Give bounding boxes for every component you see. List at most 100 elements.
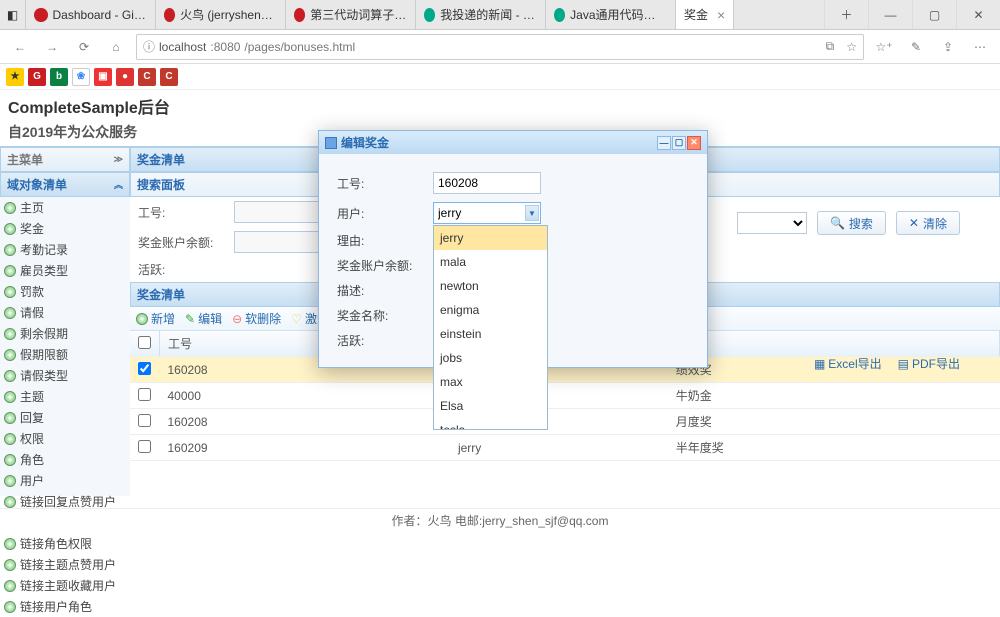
search-actions: 🔍 搜索 ✕ 清除 (737, 211, 960, 235)
plus-icon: + (4, 538, 16, 550)
clear-button[interactable]: ✕ 清除 (896, 211, 960, 235)
sidebar-item[interactable]: +链接主题点赞用户 (0, 554, 130, 575)
refresh-button[interactable]: ⟳ (72, 35, 96, 59)
sidebar-item[interactable]: +链接角色权限 (0, 533, 130, 554)
bookmark-bar: ★ G b ❀ ▣ ● C C (0, 64, 1000, 90)
nav-bar: ← → ⟳ ⌂ ⓘ localhost:8080/pages/bonuses.h… (0, 30, 1000, 64)
row-checkbox[interactable] (138, 414, 151, 427)
user-dropdown: jerrymalanewtonenigmaeinsteinjobsmaxElsa… (433, 225, 548, 430)
sidebar-item[interactable]: +剩余假期 (0, 323, 130, 344)
bookmark-icon[interactable]: G (28, 68, 46, 86)
plus-icon: + (4, 286, 16, 298)
footer: 作者：火鸟 电邮:jerry_shen_sjf@qq.com (0, 508, 1000, 532)
dropdown-option[interactable]: einstein (434, 322, 547, 346)
row-checkbox[interactable] (138, 362, 151, 375)
sidebar-item[interactable]: +假期限额 (0, 344, 130, 365)
browser-tab[interactable]: Java通用代码生成器光 (546, 0, 676, 29)
sidebar-item[interactable]: +请假 (0, 302, 130, 323)
back-button[interactable]: ← (8, 35, 32, 59)
browser-tab[interactable]: 我投递的新闻 - MS&A( (416, 0, 546, 29)
plus-icon: + (4, 475, 16, 487)
forward-button[interactable]: → (40, 35, 64, 59)
bookmark-icon[interactable]: C (160, 68, 178, 86)
excel-export-button[interactable]: ▦ Excel导出 (814, 355, 882, 372)
dropdown-option[interactable]: max (434, 370, 547, 394)
add-button[interactable]: +新增 (136, 310, 175, 327)
browser-tab[interactable]: 奖金× (676, 0, 734, 29)
pdf-export-button[interactable]: ▤ PDF导出 (898, 355, 960, 372)
close-tab-icon[interactable]: × (717, 7, 725, 23)
sidebar-item[interactable]: +权限 (0, 428, 130, 449)
plus-icon: + (4, 496, 16, 508)
row-checkbox[interactable] (138, 440, 151, 453)
dropdown-option[interactable]: jerry (434, 226, 547, 250)
sidebar-item[interactable]: +主题 (0, 386, 130, 407)
sidebar-item[interactable]: +雇员类型 (0, 260, 130, 281)
window-minimize[interactable]: — (868, 0, 912, 29)
share-button[interactable]: ⇪ (936, 35, 960, 59)
sidebar-item[interactable]: +用户 (0, 470, 130, 491)
filter-select[interactable] (737, 212, 807, 234)
bookmark-icon[interactable]: b (50, 68, 68, 86)
sidebar-item[interactable]: +奖金 (0, 218, 130, 239)
search-button[interactable]: 🔍 搜索 (817, 211, 886, 235)
dialog-max-button[interactable]: ▢ (672, 136, 686, 150)
column-header[interactable]: 理由 (668, 331, 1000, 357)
bookmark-icon[interactable]: ❀ (72, 68, 90, 86)
table-row[interactable]: 40000mala牛奶金 (130, 383, 1000, 409)
row-checkbox[interactable] (138, 388, 151, 401)
dropdown-option[interactable]: enigma (434, 298, 547, 322)
new-tab-button[interactable]: ＋ (824, 0, 868, 29)
browser-tab[interactable]: 第三代动词算子式代码 (286, 0, 416, 29)
browser-tabs: ◧ Dashboard - Gitee火鸟 (jerryshensjf) - G… (0, 0, 1000, 30)
soft-delete-button[interactable]: ⊖软删除 (232, 310, 281, 327)
plus-icon: + (4, 391, 16, 403)
browser-tab[interactable]: 火鸟 (jerryshensjf) - Git (156, 0, 286, 29)
window-close[interactable]: ✕ (956, 0, 1000, 29)
sidebar-item[interactable]: +链接用户角色 (0, 596, 130, 617)
dropdown-option[interactable]: mala (434, 250, 547, 274)
plus-icon: + (4, 433, 16, 445)
domain-list-header[interactable]: 域对象清单︽ (0, 172, 130, 197)
sidebar-item[interactable]: +角色 (0, 449, 130, 470)
bookmark-icon[interactable]: C (138, 68, 156, 86)
url-host: localhost (159, 40, 206, 54)
dialog-titlebar[interactable]: 编辑奖金 — ▢ ✕ (319, 131, 707, 154)
plus-icon: + (4, 328, 16, 340)
sidebar-item[interactable]: +请假类型 (0, 365, 130, 386)
favorites-button[interactable]: ☆⁺ (872, 35, 896, 59)
bookmark-icon[interactable]: ▣ (94, 68, 112, 86)
sidebar-item[interactable]: +考勤记录 (0, 239, 130, 260)
plus-icon: + (4, 307, 16, 319)
plus-icon: + (4, 601, 16, 613)
main-menu-header[interactable]: 主菜单≫ (0, 147, 130, 172)
sidebar-item[interactable]: +罚款 (0, 281, 130, 302)
dropdown-option[interactable]: tesla (434, 418, 547, 429)
bookmark-icon[interactable]: ★ (6, 68, 24, 86)
sidebar-item[interactable]: +链接主题收藏用户 (0, 575, 130, 596)
system-tab[interactable]: ◧ (0, 0, 26, 29)
table-row[interactable]: 160208jerry月度奖 (130, 409, 1000, 435)
bookmark-icon[interactable]: ● (116, 68, 134, 86)
plus-icon: + (4, 202, 16, 214)
sidebar-item[interactable]: +回复 (0, 407, 130, 428)
dropdown-option[interactable]: newton (434, 274, 547, 298)
table-row[interactable]: 160209jerry半年度奖 (130, 435, 1000, 461)
browser-tab[interactable]: Dashboard - Gitee (26, 0, 156, 29)
dialog-min-button[interactable]: — (657, 136, 671, 150)
sidebar-item[interactable]: +主页 (0, 197, 130, 218)
plus-icon: + (4, 223, 16, 235)
dropdown-option[interactable]: Elsa (434, 394, 547, 418)
more-button[interactable]: ⋯ (968, 35, 992, 59)
plus-icon: + (4, 370, 16, 382)
home-button[interactable]: ⌂ (104, 35, 128, 59)
edit-button[interactable]: ✎编辑 (185, 310, 222, 327)
dialog-close-button[interactable]: ✕ (687, 136, 701, 150)
chevron-down-icon[interactable]: ▼ (525, 205, 539, 221)
dropdown-option[interactable]: jobs (434, 346, 547, 370)
select-all-checkbox[interactable] (138, 336, 151, 349)
window-maximize[interactable]: ▢ (912, 0, 956, 29)
url-bar[interactable]: ⓘ localhost:8080/pages/bonuses.html ⧉☆ (136, 34, 864, 60)
notes-button[interactable]: ✎ (904, 35, 928, 59)
dialog-id-input[interactable] (433, 172, 541, 194)
